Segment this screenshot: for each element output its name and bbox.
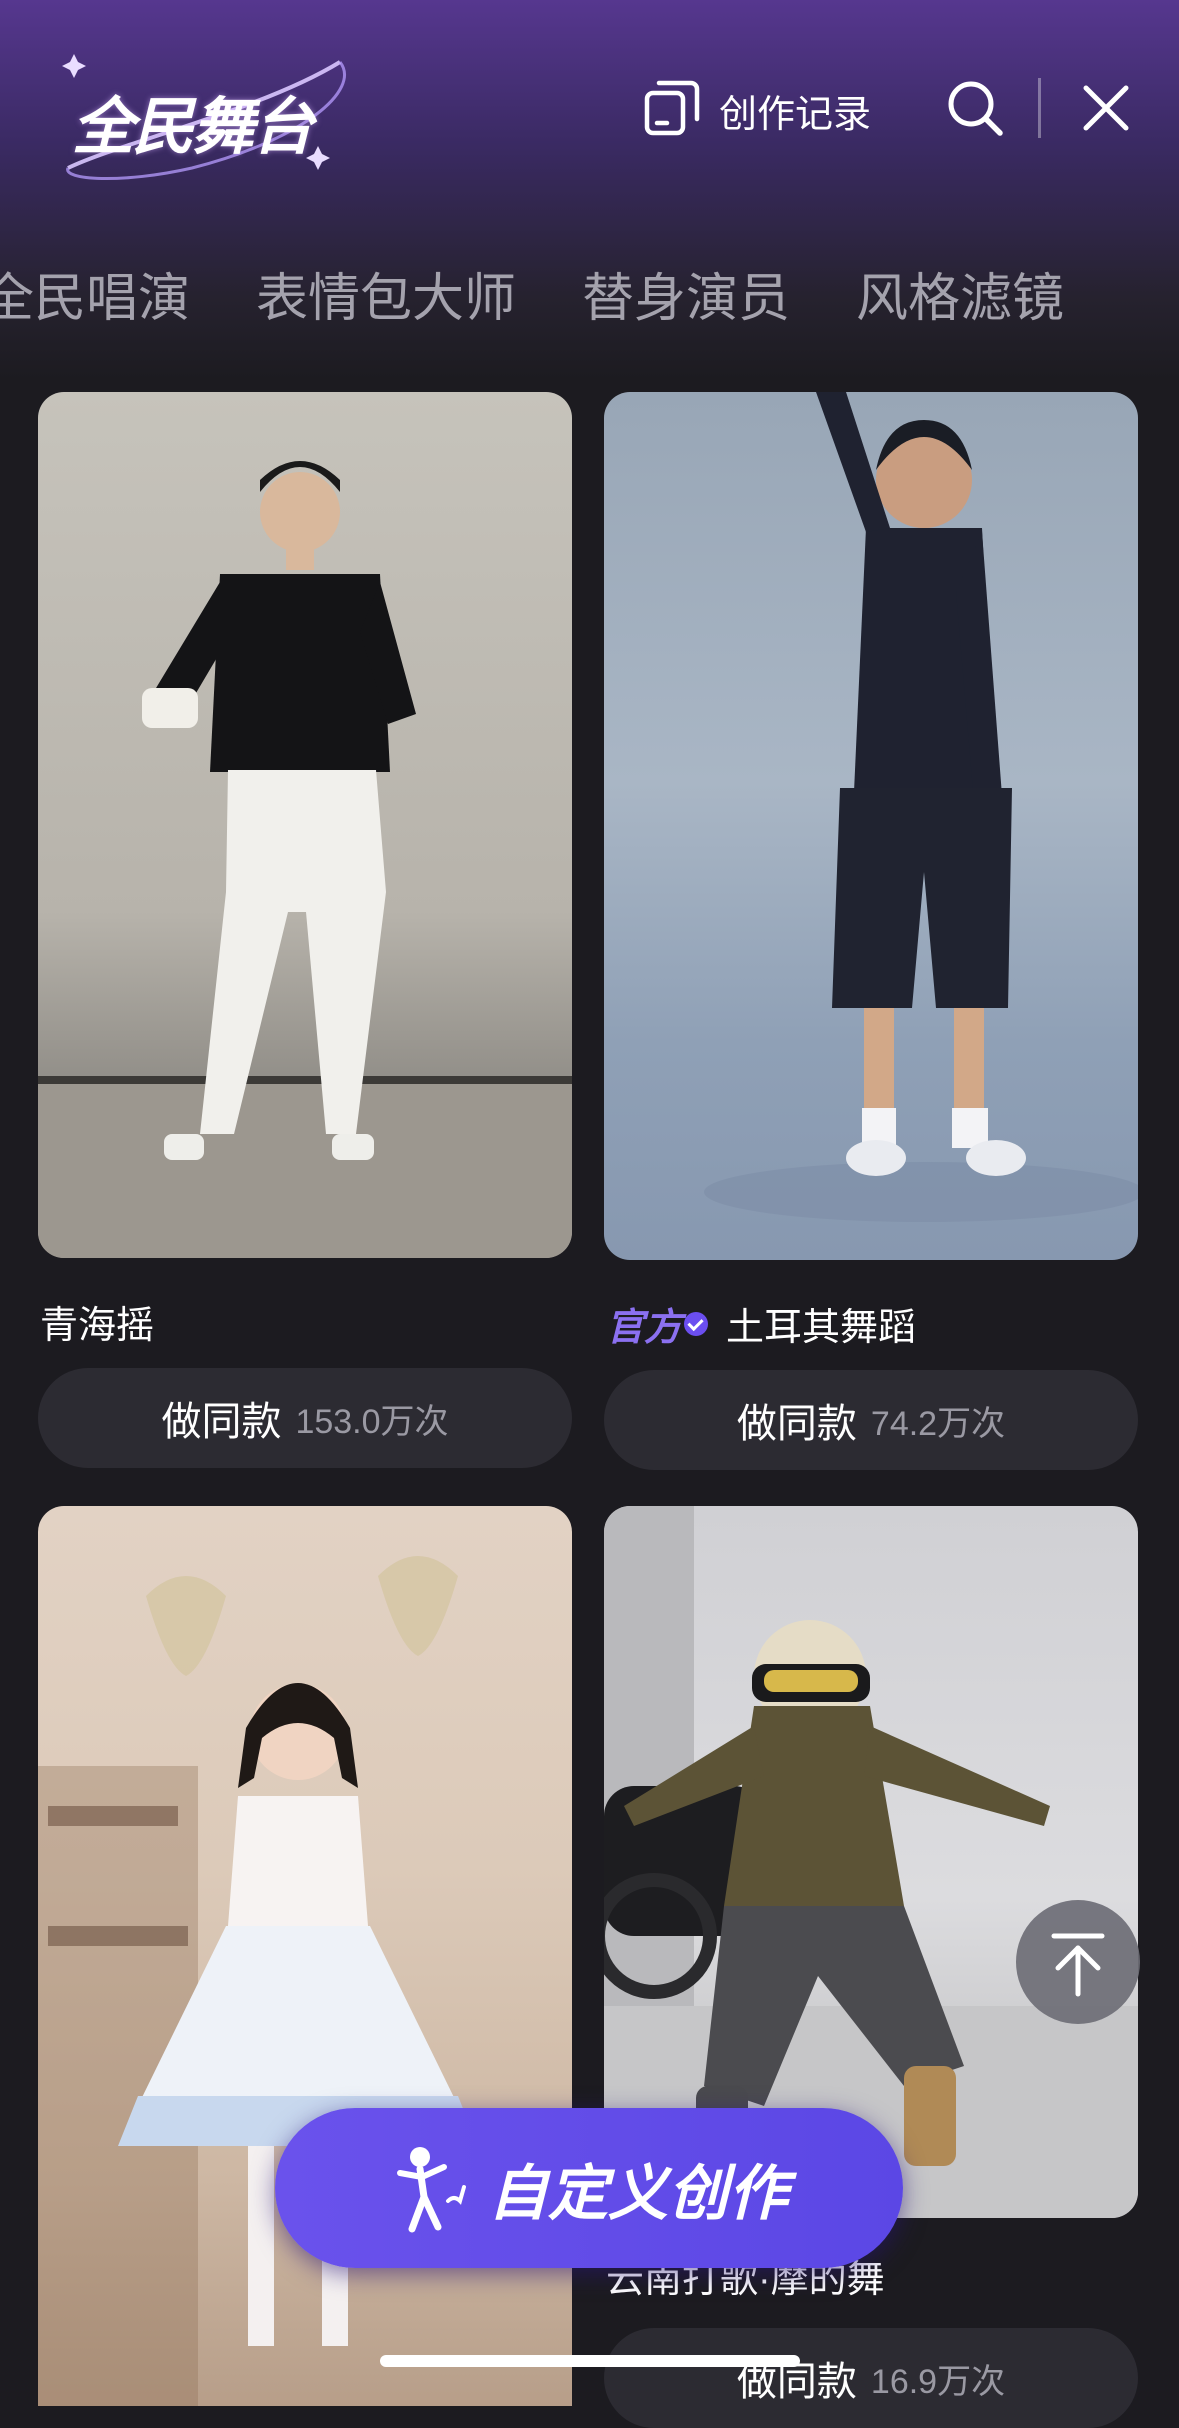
- template-title-text: 土耳其舞蹈: [726, 1307, 917, 1349]
- make-same-button[interactable]: 做同款 16.9万次: [604, 2328, 1138, 2428]
- make-same-label: 做同款: [736, 1402, 857, 1446]
- tab-tishen-yanyuan[interactable]: 替身演员: [582, 256, 790, 331]
- template-thumbnail[interactable]: [38, 1506, 572, 2406]
- close-icon: [1083, 85, 1129, 131]
- template-title: 官方 土耳其舞蹈: [606, 1296, 916, 1351]
- search-button[interactable]: [945, 78, 1005, 138]
- home-indicator[interactable]: [380, 2355, 800, 2367]
- make-same-label: 做同款: [161, 1400, 282, 1444]
- dancer-image: [704, 392, 1138, 1222]
- template-title-text: 青海摇: [40, 1305, 155, 1347]
- tab-fengge-lvjing[interactable]: 风格滤镜: [856, 256, 1064, 331]
- verified-check-icon: [684, 1311, 709, 1336]
- tab-quanmin-changyan[interactable]: 全民唱演: [0, 256, 190, 331]
- tab-biaoqingbao-dashi[interactable]: 表情包大师: [256, 256, 516, 331]
- template-card[interactable]: 青海摇 做同款 153.0万次: [38, 392, 572, 1472]
- app-logo: 全民舞台: [62, 50, 362, 185]
- make-same-button[interactable]: 做同款 153.0万次: [38, 1368, 572, 1468]
- official-badge-text: 官方: [606, 1307, 683, 1349]
- template-title: 青海摇: [40, 1294, 154, 1349]
- back-to-top-button[interactable]: [1016, 1900, 1140, 2024]
- category-tabs: 全民唱演 表情包大师 替身演员 风格滤镜: [0, 258, 1130, 328]
- usage-count: 74.2万次: [870, 1404, 1006, 1443]
- close-button[interactable]: [1080, 82, 1132, 134]
- usage-count: 153.0万次: [295, 1402, 449, 1441]
- usage-count: 16.9万次: [870, 2362, 1006, 2401]
- search-icon: [948, 81, 1003, 136]
- creation-records-label: 创作记录: [719, 93, 872, 136]
- custom-create-button[interactable]: 自定义创作: [275, 2108, 903, 2268]
- creation-records-button[interactable]: 创作记录: [643, 80, 871, 140]
- copy-document-icon: [643, 79, 701, 142]
- dancer-image: [38, 1556, 478, 2406]
- make-same-button[interactable]: 做同款 74.2万次: [604, 1370, 1138, 1470]
- template-thumbnail[interactable]: [604, 392, 1138, 1260]
- dancer-image: [38, 461, 572, 1258]
- custom-create-label: 自定义创作: [488, 2159, 788, 2227]
- dancing-person-icon: [397, 2147, 466, 2233]
- official-badge: 官方: [606, 1296, 709, 1351]
- header-divider: [1038, 78, 1041, 138]
- logo-text: 全民舞台: [72, 93, 314, 162]
- template-card[interactable]: 官方 土耳其舞蹈 做同款 74.2万次: [604, 392, 1138, 1472]
- arrow-up-to-top-icon: [1051, 1933, 1105, 1997]
- template-thumbnail[interactable]: [38, 392, 572, 1258]
